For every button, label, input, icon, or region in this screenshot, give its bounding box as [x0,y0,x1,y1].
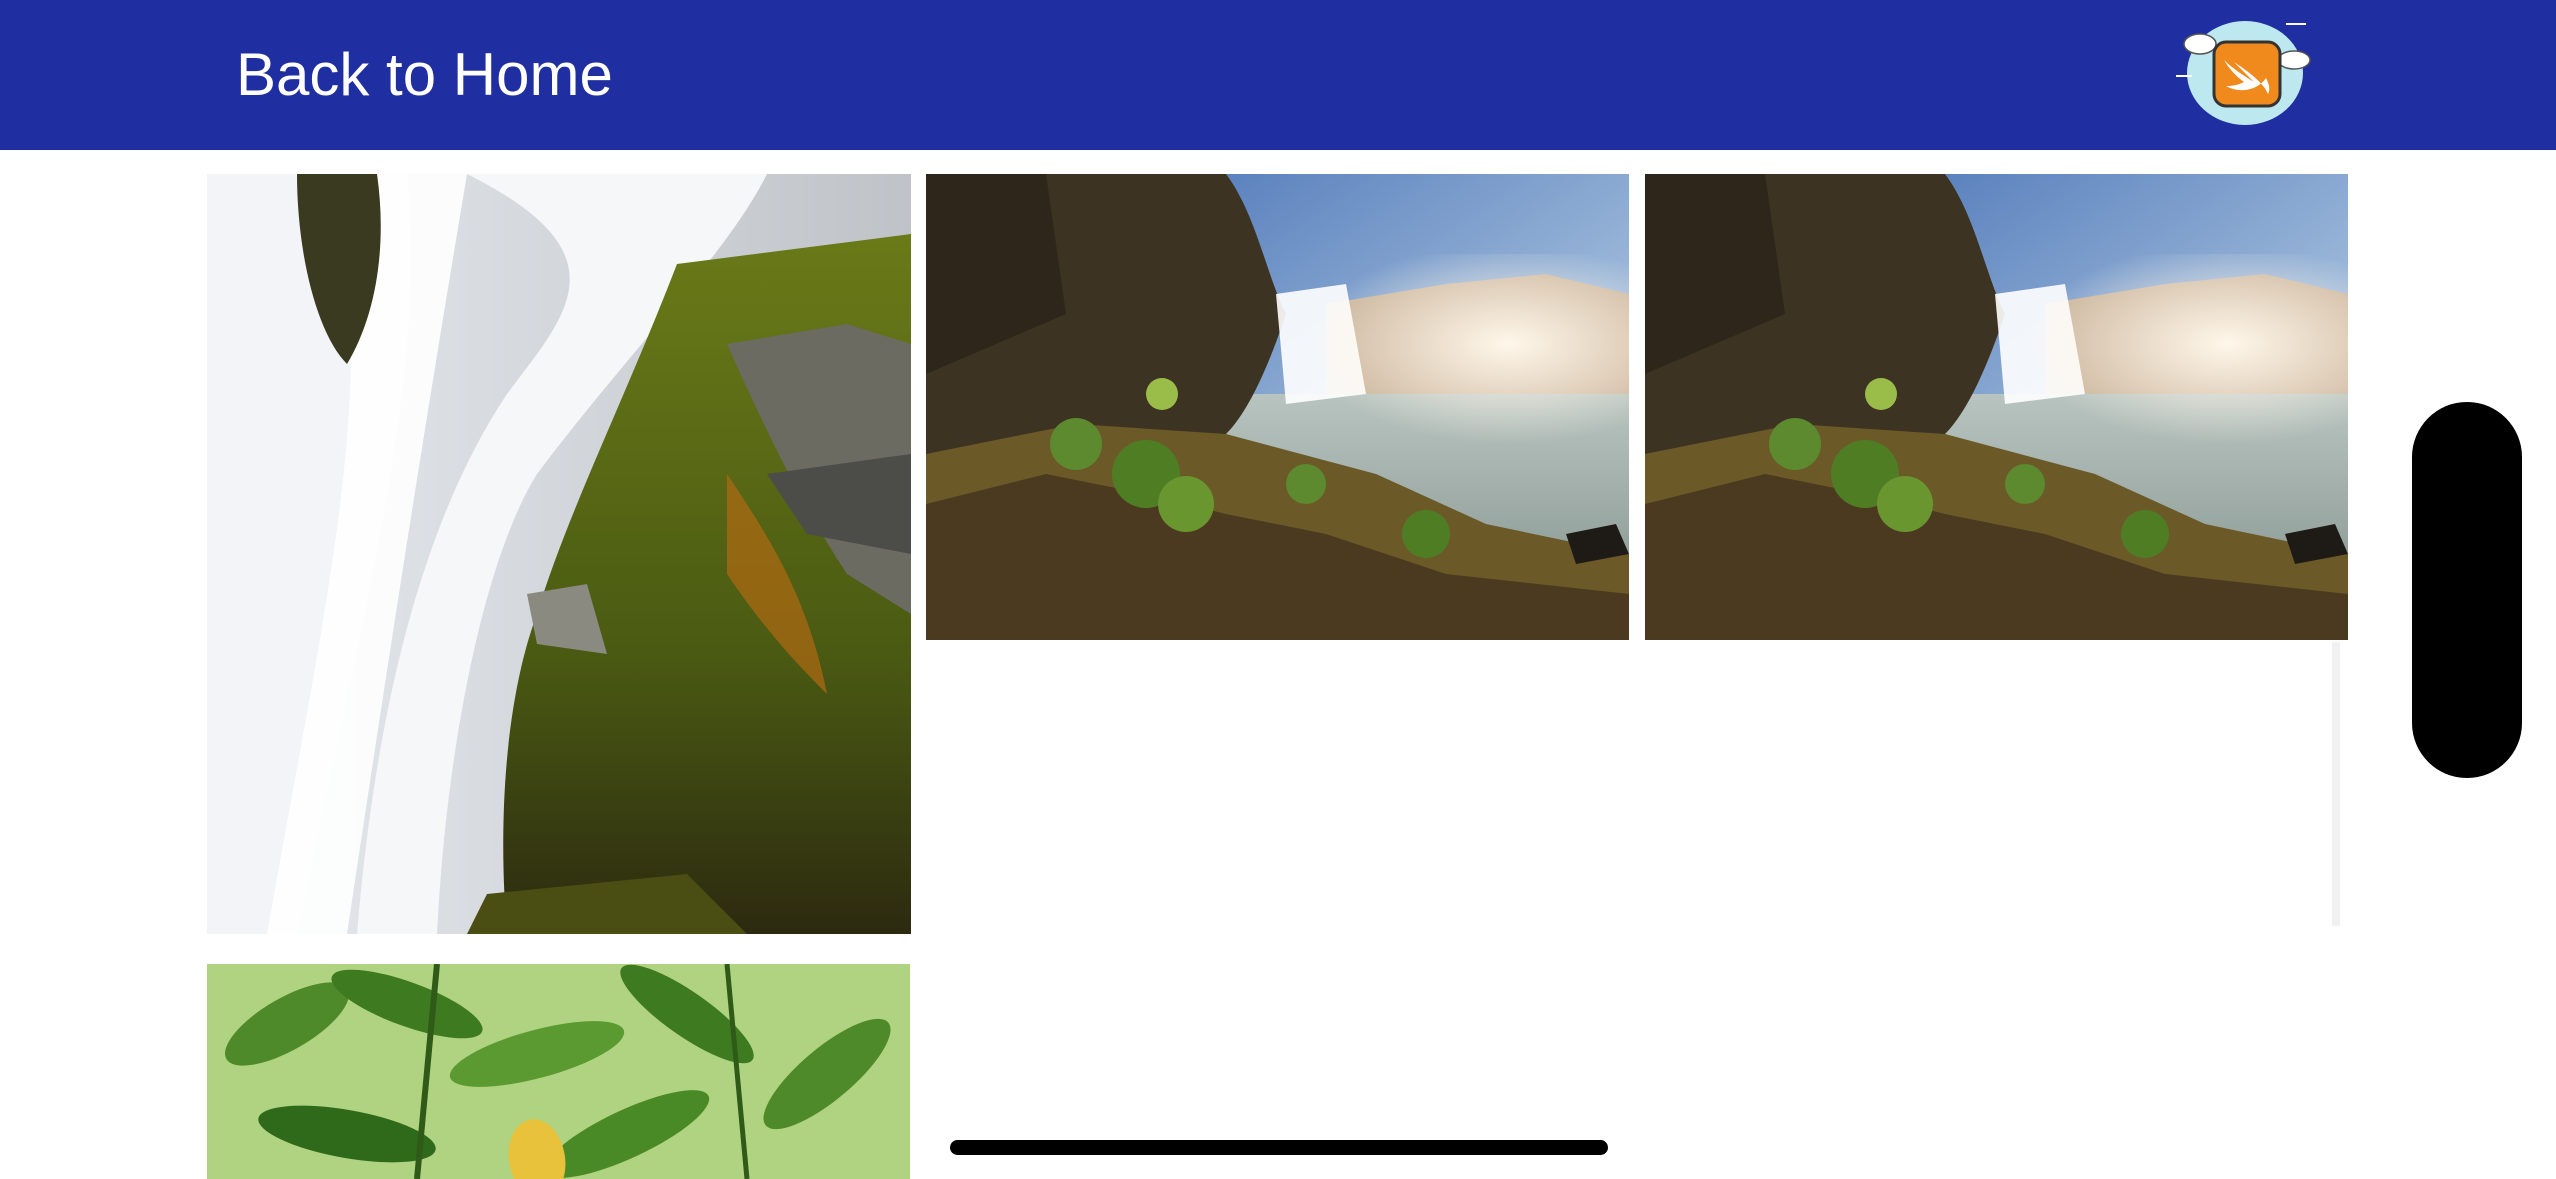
gallery-photo-leaves[interactable] [207,964,910,1179]
back-to-home-link[interactable]: Back to Home [236,36,613,114]
gallery-photo-waterfall-moss[interactable] [207,174,911,934]
scroll-handle[interactable] [2412,402,2522,778]
column-divider [2332,642,2340,926]
top-bar: Back to Home [0,0,2556,150]
swift-logo-icon[interactable] [2174,14,2316,132]
gallery-photo-waterfall-rocks-2[interactable] [1645,174,2348,640]
home-indicator[interactable] [950,1140,1608,1155]
gallery-photo-waterfall-rocks[interactable] [926,174,1629,640]
